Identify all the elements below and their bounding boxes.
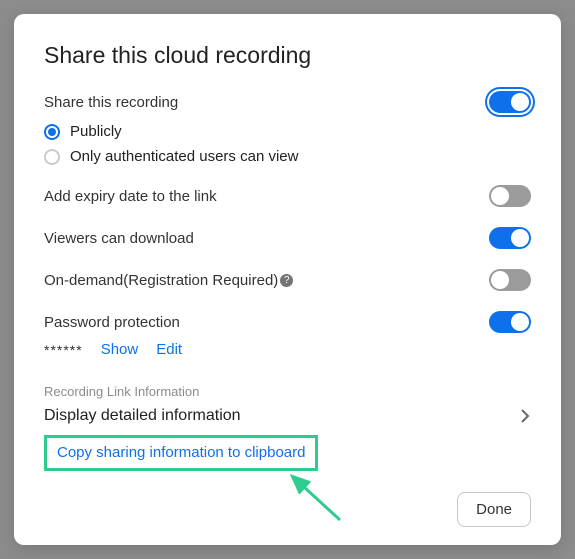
download-row: Viewers can download: [44, 227, 531, 249]
modal-title: Share this cloud recording: [44, 42, 531, 69]
share-recording-modal: Share this cloud recording Share this re…: [14, 14, 561, 545]
password-label: Password protection: [44, 314, 180, 331]
password-row: Password protection: [44, 311, 531, 333]
option-authenticated[interactable]: Only authenticated users can view: [44, 148, 531, 165]
ondemand-text: On-demand(Registration Required): [44, 272, 278, 289]
option-publicly-label: Publicly: [70, 123, 122, 140]
link-info-heading: Recording Link Information: [44, 384, 531, 399]
done-button[interactable]: Done: [457, 492, 531, 527]
copy-sharing-link[interactable]: Copy sharing information to clipboard: [57, 444, 305, 461]
expiry-toggle[interactable]: [489, 185, 531, 207]
modal-footer: Done: [457, 492, 531, 527]
ondemand-row: On-demand(Registration Required)?: [44, 269, 531, 291]
copy-highlight: Copy sharing information to clipboard: [44, 435, 318, 471]
download-toggle[interactable]: [489, 227, 531, 249]
option-publicly[interactable]: Publicly: [44, 123, 531, 140]
password-toggle[interactable]: [489, 311, 531, 333]
radio-icon: [44, 124, 60, 140]
display-detail-label: Display detailed information: [44, 407, 241, 425]
password-show-link[interactable]: Show: [101, 341, 139, 358]
chevron-right-icon: [519, 407, 531, 425]
ondemand-label: On-demand(Registration Required)?: [44, 272, 293, 289]
option-authenticated-label: Only authenticated users can view: [70, 148, 298, 165]
share-recording-label: Share this recording: [44, 94, 178, 111]
share-recording-row: Share this recording: [44, 91, 531, 113]
download-label: Viewers can download: [44, 230, 194, 247]
password-edit-link[interactable]: Edit: [156, 341, 182, 358]
share-recording-toggle[interactable]: [489, 91, 531, 113]
ondemand-toggle[interactable]: [489, 269, 531, 291]
display-detail-row[interactable]: Display detailed information: [44, 407, 531, 425]
help-icon[interactable]: ?: [280, 274, 293, 287]
password-masked: ******: [44, 342, 83, 358]
password-controls: ****** Show Edit: [44, 341, 531, 358]
expiry-label: Add expiry date to the link: [44, 188, 217, 205]
radio-icon: [44, 149, 60, 165]
expiry-row: Add expiry date to the link: [44, 185, 531, 207]
